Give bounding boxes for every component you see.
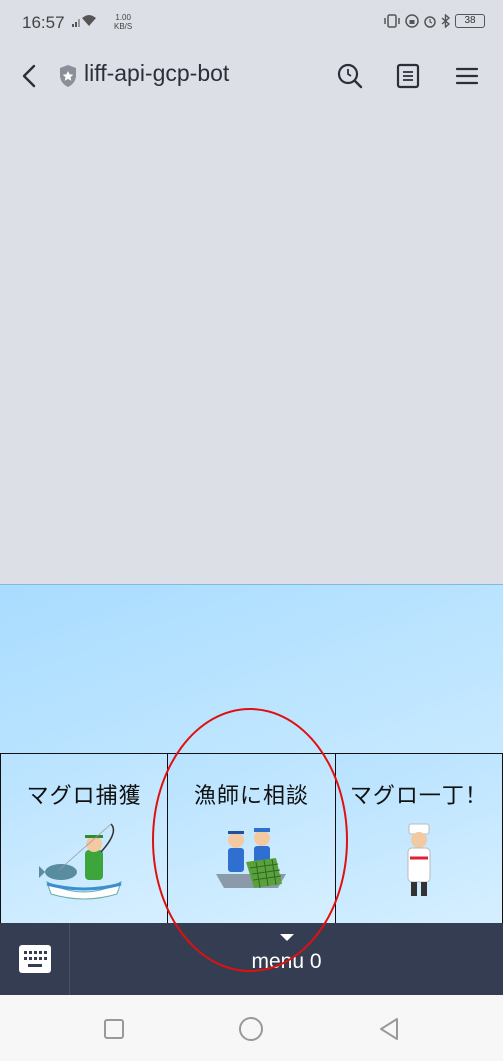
back-icon[interactable] (16, 60, 44, 92)
alarm-icon (424, 16, 436, 28)
rich-menu-item-consult-fisherman[interactable]: 漁師に相談 (168, 753, 336, 924)
rich-menu: マグロ捕獲 漁師に相談 マグロ一丁！ (0, 584, 503, 924)
home-icon[interactable] (237, 1015, 265, 1043)
rich-menu-item-label: 漁師に相談 (193, 784, 309, 809)
speed-unit: KB/S (114, 22, 133, 31)
keyboard-toggle-button[interactable] (0, 923, 70, 995)
recent-apps-icon[interactable] (100, 1015, 128, 1043)
chat-title: liff-api-gcp-bot (84, 60, 230, 86)
rich-menu-item-catch-tuna[interactable]: マグロ捕獲 (0, 753, 169, 924)
back-nav-icon[interactable] (375, 1015, 403, 1043)
speed-value: 1.00 (115, 13, 131, 22)
menu-icon[interactable] (451, 60, 483, 92)
rich-menu-title: menu 0 (251, 950, 322, 973)
vibrate-icon (384, 14, 400, 28)
battery-indicator: 38 (455, 14, 485, 28)
notes-icon[interactable] (392, 60, 424, 92)
bluetooth-icon (441, 14, 451, 28)
keyboard-icon (19, 945, 51, 973)
status-icons: 38 (383, 14, 485, 28)
fishermen-boat-illustration-icon (216, 828, 287, 889)
network-speed: 1.00 KB/S (114, 13, 132, 31)
system-nav-bar (0, 995, 503, 1061)
chat-header: liff-api-gcp-bot (0, 40, 503, 112)
rich-menu-item-tuna-order[interactable]: マグロ一丁！ (335, 753, 503, 924)
rich-menu-item-label: マグロ捕獲 (26, 784, 142, 809)
chat-message-area[interactable] (0, 112, 503, 584)
status-bar: 16:57 1.00 KB/S 38 (0, 0, 503, 40)
verified-shield-icon (60, 65, 76, 87)
status-time: 16:57 (22, 13, 65, 32)
chevron-down-icon (280, 934, 294, 941)
search-icon[interactable] (334, 60, 366, 92)
fisherman-illustration-icon (39, 823, 123, 900)
rich-menu-toggle[interactable]: menu 0 (70, 923, 503, 995)
lock-rotation-icon (405, 14, 419, 28)
rich-menu-buttons: マグロ捕獲 漁師に相談 マグロ一丁！ (0, 753, 503, 924)
sushi-chef-illustration-icon (407, 823, 431, 896)
bottom-bar: menu 0 (0, 923, 503, 995)
signal-wifi-icon (72, 15, 96, 27)
rich-menu-item-label: マグロ一丁！ (349, 784, 488, 809)
screen: 16:57 1.00 KB/S 38 liff-api-gcp-bot マグロ捕… (0, 0, 503, 1061)
